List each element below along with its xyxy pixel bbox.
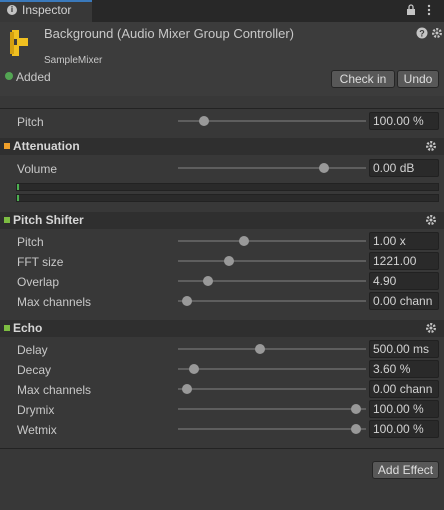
pitch-shifter-fft-size-field[interactable]: 1221.00 [369,252,439,270]
echo-wetmix-label: Wetmix [17,423,57,437]
echo-decay-field[interactable]: 3.60 % [369,360,439,378]
echo-drymix-label: Drymix [17,403,55,417]
echo-delay-slider-thumb[interactable] [255,344,265,354]
echo-wetmix-slider[interactable] [178,428,366,430]
pitch-shifter-max-channels-slider[interactable] [178,300,366,302]
info-icon: i [7,5,17,15]
tab-label: Inspector [22,3,72,17]
pitch-shifter-pitch-field[interactable]: 1.00 x [369,232,439,250]
echo-delay-label: Delay [17,343,48,357]
menu-icon[interactable] [426,4,432,16]
pitch-shifter-fft-size-slider[interactable] [178,260,366,262]
echo-header[interactable] [0,320,444,337]
mixer-name: SampleMixer [44,55,103,66]
audio-mixer-icon [10,30,28,56]
volume-field[interactable]: 0.00 dB [369,159,439,177]
volume-meter-left [16,183,439,191]
lock-icon[interactable] [406,4,416,16]
volume-label: Volume [17,162,58,176]
echo-max-channels-slider[interactable] [178,388,366,390]
echo-delay-field[interactable]: 500.00 ms [369,340,439,358]
echo-wetmix-slider-thumb[interactable] [351,424,361,434]
pitch-shifter-max-channels-label: Max channels [17,295,92,309]
pitch-shifter-pitch-slider[interactable] [178,240,366,242]
check-in-button[interactable]: Check in [331,70,395,88]
echo-wetmix-field[interactable]: 100.00 % [369,420,439,438]
divider [0,448,444,449]
pitch-shifter-overlap-slider-thumb[interactable] [203,276,213,286]
pitch-shifter-pitch-label: Pitch [17,235,44,249]
pitch-shifter-settings-icon[interactable] [425,214,437,226]
attenuation-settings-icon[interactable] [425,140,437,152]
echo-max-channels-field[interactable]: 0.00 chann [369,380,439,398]
pitch-shifter-max-channels-field[interactable]: 0.00 chann [369,292,439,310]
pitch-shifter-max-channels-slider-thumb[interactable] [182,296,192,306]
volume-slider[interactable] [178,167,366,169]
pitch-shifter-overlap-field[interactable]: 4.90 [369,272,439,290]
attenuation-title: Attenuation [13,139,80,153]
volume-meter-left-level [17,184,19,190]
echo-color-marker [4,325,10,331]
echo-drymix-slider-thumb[interactable] [351,404,361,414]
volume-meter-right-level [17,195,19,201]
divider [0,108,444,109]
add-effect-button[interactable]: Add Effect [372,461,439,479]
pitch-shifter-overlap-label: Overlap [17,275,60,289]
echo-delay-slider[interactable] [178,348,366,350]
help-icon[interactable]: ? [416,27,428,39]
settings-icon[interactable] [431,27,443,39]
pitch-slider-thumb[interactable] [199,116,209,126]
added-status-label: Added [16,70,51,84]
added-status-icon [5,72,13,80]
echo-decay-slider-thumb[interactable] [189,364,199,374]
echo-max-channels-label: Max channels [17,383,92,397]
echo-settings-icon[interactable] [425,322,437,334]
pitch-shifter-fft-size-label: FFT size [17,255,64,269]
volume-meter-right [16,194,439,202]
echo-max-channels-slider-thumb[interactable] [182,384,192,394]
pitch-field[interactable]: 100.00 % [369,112,439,130]
pitch-shifter-title: Pitch Shifter [13,213,84,227]
echo-decay-slider[interactable] [178,368,366,370]
echo-drymix-field[interactable]: 100.00 % [369,400,439,418]
pitch-shifter-color-marker [4,217,10,223]
undo-button[interactable]: Undo [397,70,439,88]
component-title: Background (Audio Mixer Group Controller… [44,26,294,41]
pitch-shifter-fft-size-slider-thumb[interactable] [224,256,234,266]
svg-text:?: ? [419,29,425,39]
pitch-label: Pitch [17,115,44,129]
pitch-shifter-pitch-slider-thumb[interactable] [239,236,249,246]
echo-title: Echo [13,321,43,335]
echo-decay-label: Decay [17,363,52,377]
echo-drymix-slider[interactable] [178,408,366,410]
attenuation-color-marker [4,143,10,149]
volume-slider-thumb[interactable] [319,163,329,173]
